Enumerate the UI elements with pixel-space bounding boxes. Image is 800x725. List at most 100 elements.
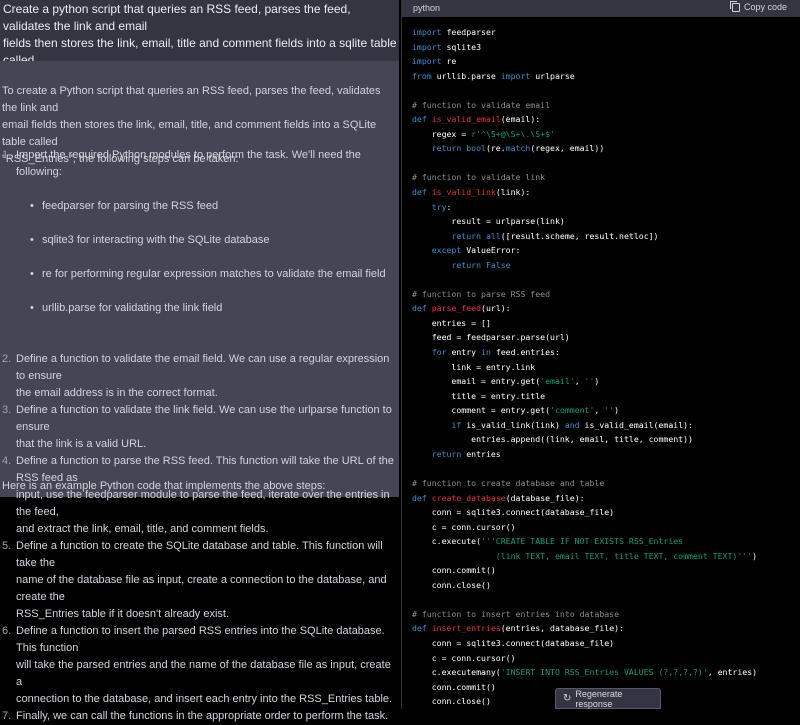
step-item: 5. Define a function to create the SQLite… <box>2 538 394 623</box>
module-text: feedparser for parsing the RSS feed <box>42 200 219 212</box>
code-token: '' <box>604 405 615 416</box>
code-token: c = conn.cursor() <box>412 521 516 532</box>
code-token: import <box>412 27 442 37</box>
code-token: (link TEXT, email TEXT, title TEXT, comm… <box>412 550 753 561</box>
code-line: c.executemany('INSERT INTO RSS_Entries V… <box>412 665 797 680</box>
code-token: ) <box>594 376 600 387</box>
step-item: 1. Import the required Python modules to … <box>2 147 394 351</box>
chat-panel: Create a python script that queries an R… <box>0 0 399 722</box>
step-text: Import the required Python modules to pe… <box>16 149 361 178</box>
code-token: link = entry.link <box>412 361 536 372</box>
code-line: # function to create database and table <box>412 476 797 491</box>
code-line: c.execute('''CREATE TABLE IF NOT EXISTS … <box>412 534 797 549</box>
code-token: return <box>431 448 462 459</box>
code-language: python <box>413 3 441 13</box>
code-content: import feedparser import sqlite3 import re… <box>412 25 797 709</box>
step-number: 5. <box>2 540 12 552</box>
code-token: conn.commit() <box>412 681 496 692</box>
code-line: conn = sqlite3.connect(database_file) <box>412 505 797 520</box>
code-token: def <box>412 114 427 125</box>
step-text: Define a function to validate the email … <box>16 353 390 399</box>
code-line: import re <box>412 54 797 69</box>
steps-list: 1. Import the required Python modules to … <box>2 147 394 725</box>
code-token: parse_feed <box>431 303 482 314</box>
bullet-icon: • <box>30 302 34 314</box>
code-line: link = entry.link <box>412 360 797 375</box>
code-token: create_database <box>431 492 506 503</box>
code-line: regex = r'^\S+@\S+\.\S+$' <box>412 127 797 142</box>
code-line: return entries <box>412 447 797 462</box>
code-token: sqlite3 <box>441 41 482 52</box>
step-item: 2. Define a function to validate the emai… <box>2 351 394 402</box>
step-number: 2. <box>2 353 12 365</box>
code-line: c = conn.cursor() <box>412 651 797 666</box>
code-line: except ValueError: <box>412 243 797 258</box>
step-text: Define a function to parse the RSS feed.… <box>16 455 394 535</box>
code-token: urlparse <box>530 70 575 81</box>
code-line: def insert_entries(entries, database_fil… <box>412 621 797 636</box>
code-token: match <box>505 143 531 154</box>
code-token: is_valid_email <box>431 114 501 125</box>
assistant-outro: Here is an example Python code that impl… <box>2 480 326 492</box>
code-token: (regex, email)) <box>530 143 605 154</box>
code-line: # function to parse RSS feed <box>412 287 797 302</box>
code-token: from <box>412 70 432 81</box>
code-token: ) <box>614 405 620 416</box>
code-token: 'INSERT INTO RSS_Entries VALUES (?,?,?,?… <box>500 667 708 678</box>
code-line: feed = feedparser.parse(url) <box>412 330 797 345</box>
step-number: 1. <box>2 149 12 161</box>
code-line: conn.close() <box>412 578 797 593</box>
module-item: • re for performing regular expression ma… <box>30 266 394 283</box>
code-token: import <box>412 41 442 52</box>
code-token: def <box>412 623 427 634</box>
code-token: entries <box>461 448 501 459</box>
code-panel: python Copy code import feedparser import… <box>399 0 800 709</box>
copy-code-button[interactable]: Copy code <box>729 0 787 12</box>
code-token: r'^\S+@\S+\.\S+$' <box>471 128 555 139</box>
code-line: entries.append((link, email, title, comm… <box>412 432 797 447</box>
code-token: 'email' <box>540 376 575 387</box>
bullet-icon: • <box>30 268 34 280</box>
code-token: (re. <box>485 143 506 154</box>
code-token: feed = feedparser.parse(url) <box>412 332 570 343</box>
bullet-icon: • <box>30 234 34 246</box>
code-token: False <box>485 259 511 270</box>
regenerate-response-button[interactable]: ↻ Regenerate response <box>555 688 661 709</box>
step-item: 6. Define a function to insert the parsed… <box>2 623 394 708</box>
code-token: '''CREATE TABLE IF NOT EXISTS RSS_Entrie… <box>481 536 684 547</box>
code-token: feed.entries: <box>490 347 560 358</box>
code-token: : <box>446 201 452 212</box>
code-token: # function to create database and table <box>412 477 605 488</box>
code-token: def <box>412 187 427 198</box>
code-token: ([result.scheme, result.netloc]) <box>500 230 659 241</box>
user-message: Create a python script that queries an R… <box>0 0 399 84</box>
code-token: urllib.parse <box>431 70 501 81</box>
code-token: entries.append((link, email, title, comm… <box>412 434 693 445</box>
code-line: return all([result.scheme, result.netloc… <box>412 229 797 244</box>
code-token: insert_entries <box>431 623 501 634</box>
code-token: # function to insert entries into databa… <box>412 608 620 619</box>
code-line: title = entry.title <box>412 389 797 404</box>
modules-list: • feedparser for parsing the RSS feed • sq… <box>16 181 394 334</box>
code-line: return False <box>412 258 797 273</box>
code-token: conn.close() <box>412 696 491 707</box>
code-line: result = urlparse(link) <box>412 214 797 229</box>
clipboard-icon <box>729 0 740 12</box>
step-item: 3. Define a function to validate the link… <box>2 402 394 453</box>
code-token: except <box>431 245 462 256</box>
code-token: if <box>451 419 462 430</box>
refresh-icon: ↻ <box>563 693 572 704</box>
code-token: ) <box>752 550 758 561</box>
code-line: def create_database(database_file): <box>412 491 797 506</box>
code-line: email = entry.get('email', '') <box>412 374 797 389</box>
code-line: import sqlite3 <box>412 40 797 55</box>
code-token: c.execute( <box>412 536 482 547</box>
code-token: , <box>594 405 605 416</box>
